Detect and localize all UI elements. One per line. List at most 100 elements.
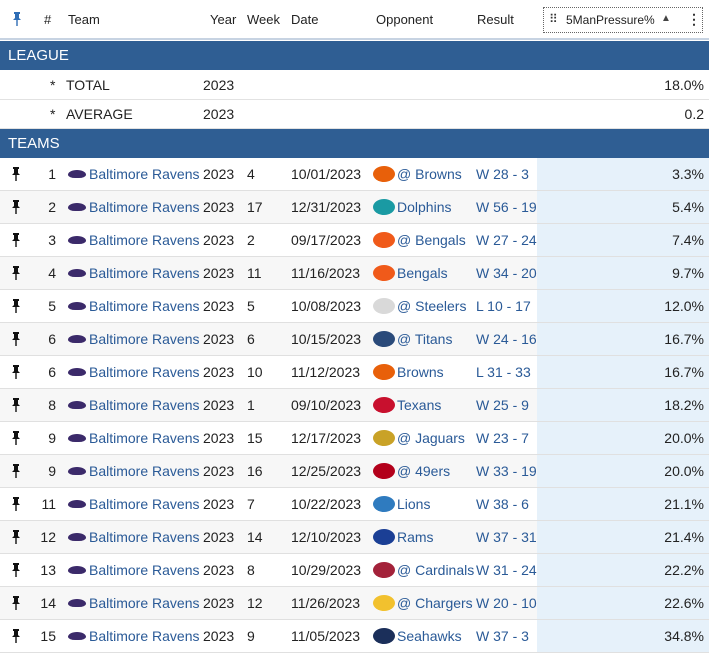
pin-row-icon[interactable]: [11, 389, 21, 421]
pin-row-icon[interactable]: [11, 290, 21, 322]
opponent-link[interactable]: Texans: [397, 389, 441, 421]
result-link[interactable]: W 23 - 7: [476, 422, 529, 454]
row-rank: 3: [48, 232, 56, 248]
pin-row-icon[interactable]: [11, 224, 21, 256]
result-link[interactable]: W 37 - 3: [476, 620, 529, 652]
opponent-link[interactable]: Browns: [397, 356, 444, 388]
table-row[interactable]: 1 Baltimore Ravens 2023 4 10/01/2023 @ Browns…: [0, 158, 709, 191]
pin-row-icon[interactable]: [11, 191, 21, 223]
team-logo-icon: [68, 389, 91, 421]
team-link[interactable]: Baltimore Ravens: [89, 191, 200, 223]
result-link[interactable]: W 31 - 24: [476, 554, 537, 586]
header-date[interactable]: Date: [291, 0, 318, 38]
opponent-link[interactable]: @ Jaguars: [397, 422, 465, 454]
team-link[interactable]: Baltimore Ravens: [89, 587, 200, 619]
result-link[interactable]: W 24 - 16: [476, 323, 537, 355]
sort-ascending-icon[interactable]: ▲: [661, 13, 671, 24]
header-metric-sorted[interactable]: ⠿ 5ManPressure% ▲ ⋮: [543, 7, 703, 33]
opponent-link[interactable]: @ Steelers: [397, 290, 466, 322]
result-link[interactable]: W 25 - 9: [476, 389, 529, 421]
team-link[interactable]: Baltimore Ravens: [89, 356, 200, 388]
result-link[interactable]: W 34 - 20: [476, 257, 537, 289]
opponent-link[interactable]: Lions: [397, 488, 430, 520]
table-row[interactable]: 9 Baltimore Ravens 2023 16 12/25/2023 @ 49ers…: [0, 455, 709, 488]
opponent-logo-icon: [373, 620, 398, 652]
opponent-link[interactable]: Dolphins: [397, 191, 451, 223]
opponent-link[interactable]: @ Chargers: [397, 587, 473, 619]
table-row[interactable]: 11 Baltimore Ravens 2023 7 10/22/2023 Lions W …: [0, 488, 709, 521]
result-link[interactable]: W 27 - 24: [476, 224, 537, 256]
drag-handle-icon[interactable]: ⠿: [549, 12, 559, 26]
table-row[interactable]: 5 Baltimore Ravens 2023 5 10/08/2023 @ Steele…: [0, 290, 709, 323]
team-link[interactable]: Baltimore Ravens: [89, 620, 200, 652]
pin-row-icon[interactable]: [11, 323, 21, 355]
header-rank[interactable]: #: [44, 0, 51, 38]
table-row[interactable]: 12 Baltimore Ravens 2023 14 12/10/2023 Rams W …: [0, 521, 709, 554]
result-link[interactable]: W 56 - 19: [476, 191, 537, 223]
row-week: 14: [247, 529, 263, 545]
result-link[interactable]: W 33 - 19: [476, 455, 537, 487]
pin-row-icon[interactable]: [11, 455, 21, 487]
pin-row-icon[interactable]: [11, 257, 21, 289]
header-year[interactable]: Year: [210, 0, 236, 38]
opponent-link[interactable]: Rams: [397, 521, 434, 553]
result-link[interactable]: W 20 - 10: [476, 587, 537, 619]
header-result[interactable]: Result: [477, 0, 514, 38]
table-row[interactable]: 4 Baltimore Ravens 2023 11 11/16/2023 Bengals…: [0, 257, 709, 290]
table-row[interactable]: 9 Baltimore Ravens 2023 15 12/17/2023 @ Jagua…: [0, 422, 709, 455]
team-link[interactable]: Baltimore Ravens: [89, 389, 200, 421]
team-link[interactable]: Baltimore Ravens: [89, 521, 200, 553]
pin-row-icon[interactable]: [11, 587, 21, 619]
table-row[interactable]: 15 Baltimore Ravens 2023 9 11/05/2023 Seahawk…: [0, 620, 709, 653]
header-metric[interactable]: 5ManPressure%: [566, 13, 655, 27]
table-row[interactable]: 3 Baltimore Ravens 2023 2 09/17/2023 @ Bengal…: [0, 224, 709, 257]
opponent-link[interactable]: @ Bengals: [397, 224, 466, 256]
opponent-link[interactable]: Bengals: [397, 257, 448, 289]
opponent-link[interactable]: @ Browns: [397, 158, 462, 190]
opponent-link[interactable]: Seahawks: [397, 620, 462, 652]
pin-row-icon[interactable]: [11, 158, 21, 190]
table-row[interactable]: 2 Baltimore Ravens 2023 17 12/31/2023 Dolphin…: [0, 191, 709, 224]
team-link[interactable]: Baltimore Ravens: [89, 455, 200, 487]
table-row[interactable]: 13 Baltimore Ravens 2023 8 10/29/2023 @ Cardi…: [0, 554, 709, 587]
team-link[interactable]: Baltimore Ravens: [89, 554, 200, 586]
opponent-link[interactable]: @ Titans: [397, 323, 452, 355]
table-row[interactable]: 14 Baltimore Ravens 2023 12 11/26/2023 @ Char…: [0, 587, 709, 620]
metric-value: 22.2%: [664, 562, 704, 578]
team-link[interactable]: Baltimore Ravens: [89, 422, 200, 454]
pin-row-icon[interactable]: [11, 356, 21, 388]
team-link[interactable]: Baltimore Ravens: [89, 224, 200, 256]
result-link[interactable]: W 28 - 3: [476, 158, 529, 190]
result-link[interactable]: W 38 - 6: [476, 488, 529, 520]
pin-row-icon[interactable]: [11, 488, 21, 520]
pin-row-icon[interactable]: [11, 422, 21, 454]
pin-row-icon[interactable]: [11, 620, 21, 652]
team-link[interactable]: Baltimore Ravens: [89, 158, 200, 190]
table-row[interactable]: 8 Baltimore Ravens 2023 1 09/10/2023 Texans W …: [0, 389, 709, 422]
table-row[interactable]: 6 Baltimore Ravens 2023 10 11/12/2023 Browns L…: [0, 356, 709, 389]
team-link[interactable]: Baltimore Ravens: [89, 488, 200, 520]
result-link[interactable]: L 10 - 17: [476, 290, 531, 322]
opponent-link[interactable]: @ Cardinals: [397, 554, 474, 586]
pin-row-icon[interactable]: [11, 554, 21, 586]
row-date: 09/10/2023: [291, 397, 362, 413]
pin-row-icon[interactable]: [11, 521, 21, 553]
header-week[interactable]: Week: [247, 0, 280, 38]
row-week: 12: [247, 595, 263, 611]
team-link[interactable]: Baltimore Ravens: [89, 290, 200, 322]
table-row[interactable]: 6 Baltimore Ravens 2023 6 10/15/2023 @ Titans…: [0, 323, 709, 356]
row-year: 2023: [203, 166, 235, 182]
opponent-logo-icon: [373, 323, 398, 355]
result-link[interactable]: L 31 - 33: [476, 356, 531, 388]
header-team[interactable]: Team: [68, 0, 100, 38]
header-opponent[interactable]: Opponent: [376, 0, 433, 38]
pin-column-icon[interactable]: [11, 0, 23, 38]
column-menu-icon[interactable]: ⋮: [687, 11, 701, 28]
team-link[interactable]: Baltimore Ravens: [89, 323, 200, 355]
opponent-link[interactable]: @ 49ers: [397, 455, 450, 487]
result-link[interactable]: W 37 - 31: [476, 521, 537, 553]
team-link[interactable]: Baltimore Ravens: [89, 257, 200, 289]
row-rank: 14: [40, 595, 56, 611]
row-rank: 8: [48, 397, 56, 413]
metric-value: 12.0%: [664, 298, 704, 314]
